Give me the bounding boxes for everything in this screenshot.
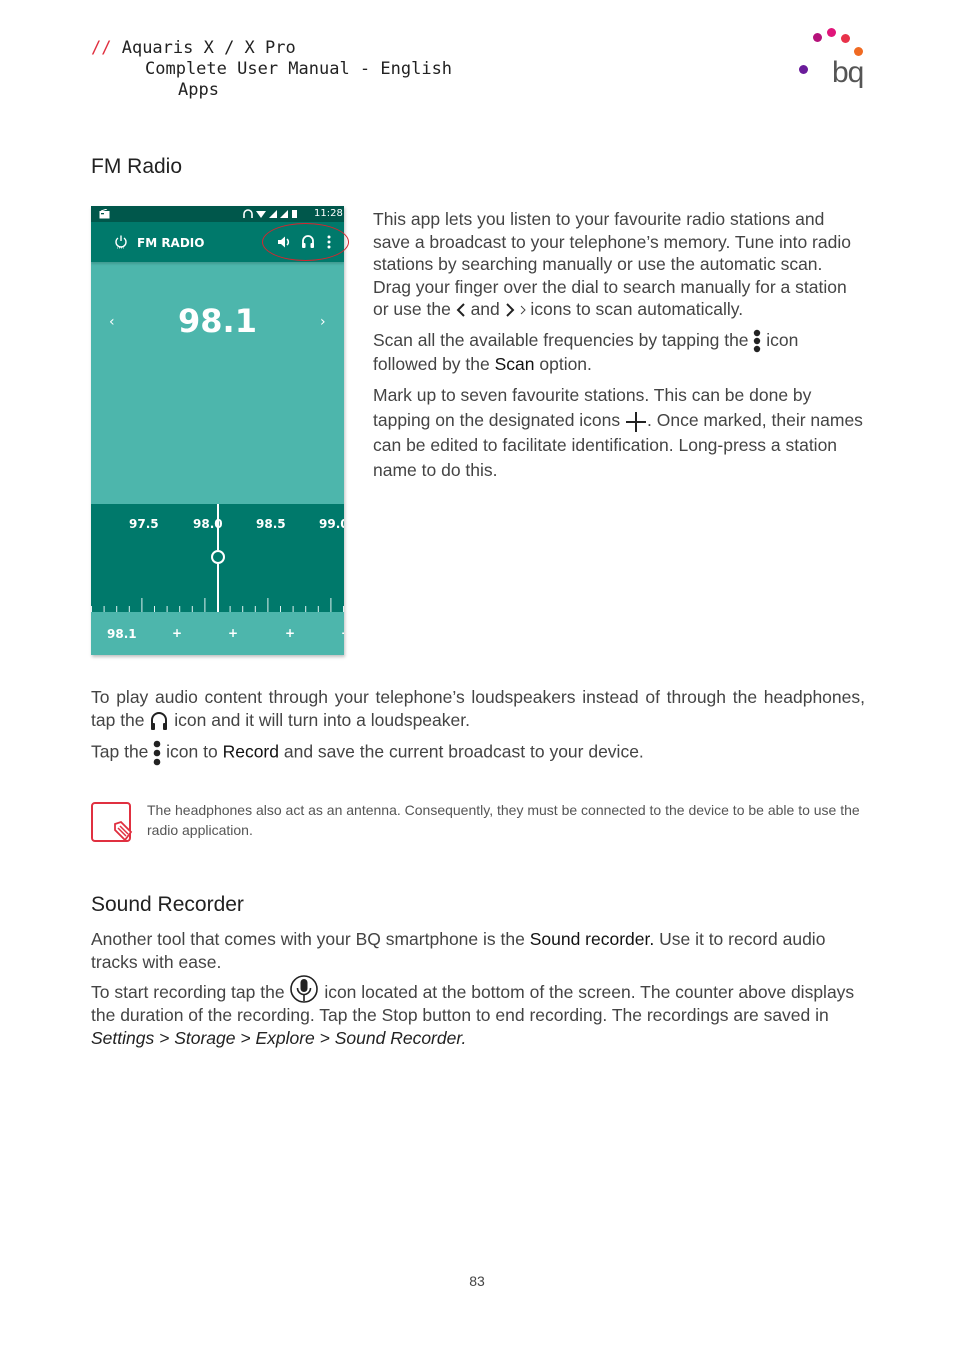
- text: and save the current broadcast to your d…: [279, 741, 644, 762]
- add-favorite-button[interactable]: +: [172, 626, 182, 640]
- current-frequency: 98.1: [178, 302, 257, 340]
- highlight-ellipse: [262, 223, 349, 261]
- radio-status-icon: [99, 209, 110, 219]
- fm-radio-usage: To play audio content through your telep…: [91, 686, 865, 774]
- note-text: The headphones also act as an antenna. C…: [147, 802, 860, 838]
- add-favorite-button[interactable]: +: [341, 626, 344, 640]
- path-separator: >: [314, 1027, 335, 1048]
- text: icons to scan automatically.: [525, 299, 744, 319]
- path-item: Settings: [91, 1027, 155, 1048]
- paragraph: This app lets you listen to your favouri…: [373, 208, 865, 321]
- logo-dot: [799, 65, 808, 74]
- path-item: Storage: [174, 1027, 236, 1048]
- text: .: [461, 1027, 467, 1048]
- add-favorite-button[interactable]: +: [228, 626, 238, 640]
- bold-text-scan: Scan: [494, 353, 535, 374]
- logo-dot: [813, 33, 822, 42]
- dial-needle: [217, 564, 219, 612]
- dial-needle-handle[interactable]: [211, 550, 225, 564]
- favorites-bar: 98.1 + + + +: [91, 612, 344, 655]
- paragraph: To start recording tap the icon located …: [91, 975, 865, 1049]
- dial-needle: [217, 504, 219, 550]
- note-icon: [91, 802, 133, 842]
- path-item: Explore: [255, 1027, 315, 1048]
- bold-text-sound-recorder: Sound recorder.: [529, 929, 655, 949]
- text: To start recording tap the: [91, 982, 290, 1002]
- status-time: 11:28: [314, 208, 343, 219]
- paragraph: Scan all the available frequencies by ta…: [373, 329, 865, 376]
- path-separator: >: [154, 1027, 175, 1048]
- header-slash: //: [91, 38, 112, 58]
- chevron-left-icon: [456, 303, 465, 318]
- logo-dot: [841, 34, 850, 43]
- page-number: 83: [469, 1273, 485, 1289]
- header-product: Aquaris X / X Pro: [111, 38, 296, 58]
- section-title-fm-radio: FM Radio: [91, 155, 183, 178]
- paragraph: Mark up to seven favourite stations. Thi…: [373, 383, 865, 483]
- chevron-right-icon: [505, 303, 515, 318]
- bold-text-record: Record: [222, 741, 279, 762]
- storage-path: Settings > Storage > Explore > Sound Rec…: [91, 1028, 466, 1048]
- logo-dot: [827, 28, 836, 37]
- logo-dot: [854, 47, 863, 56]
- paragraph: Tap the icon to Record and save the curr…: [91, 740, 865, 766]
- text: Tap the: [91, 741, 154, 762]
- text: icon to: [161, 741, 223, 762]
- text: icon and it will turn into a loudspeaker…: [169, 709, 470, 730]
- header-manual-title: Complete User Manual - English: [145, 59, 453, 79]
- plus-icon: [626, 411, 646, 432]
- header-section: Apps: [178, 80, 219, 100]
- path-separator: >: [235, 1027, 256, 1048]
- paragraph: To play audio content through your telep…: [91, 686, 865, 732]
- app-title: FM RADIO: [137, 236, 205, 250]
- text: Another tool that comes with your BQ sma…: [91, 929, 530, 949]
- logo-text: bq: [832, 56, 864, 89]
- next-station-icon[interactable]: ›: [320, 314, 326, 330]
- pencil-icon: [114, 820, 133, 842]
- tuning-dial[interactable]: 97.5 98.0 98.5 99.0: [91, 504, 344, 612]
- favorite-station[interactable]: 98.1: [107, 627, 137, 641]
- sound-recorder-description: Another tool that comes with your BQ sma…: [91, 928, 865, 1057]
- document-header: // Aquaris X / X Pro: [91, 38, 296, 59]
- headphones-icon: [151, 711, 168, 730]
- path-item: Sound Recorder: [334, 1027, 462, 1048]
- text: option.: [534, 353, 592, 374]
- text: Scan all the available frequencies by ta…: [373, 329, 754, 350]
- add-favorite-button[interactable]: +: [285, 626, 295, 640]
- power-icon[interactable]: [115, 235, 127, 249]
- status-bar: 11:28: [91, 206, 344, 222]
- fm-radio-screenshot: 11:28 FM RADIO ‹ 98.1 › 97.5 98.0 98.5 9…: [91, 206, 344, 655]
- section-title-sound-recorder: Sound Recorder: [91, 893, 244, 916]
- microphone-icon: [290, 975, 319, 1004]
- fm-radio-description: This app lets you listen to your favouri…: [373, 208, 865, 491]
- text: and: [465, 299, 505, 319]
- paragraph: Another tool that comes with your BQ sma…: [91, 928, 865, 973]
- status-icons: [243, 209, 297, 218]
